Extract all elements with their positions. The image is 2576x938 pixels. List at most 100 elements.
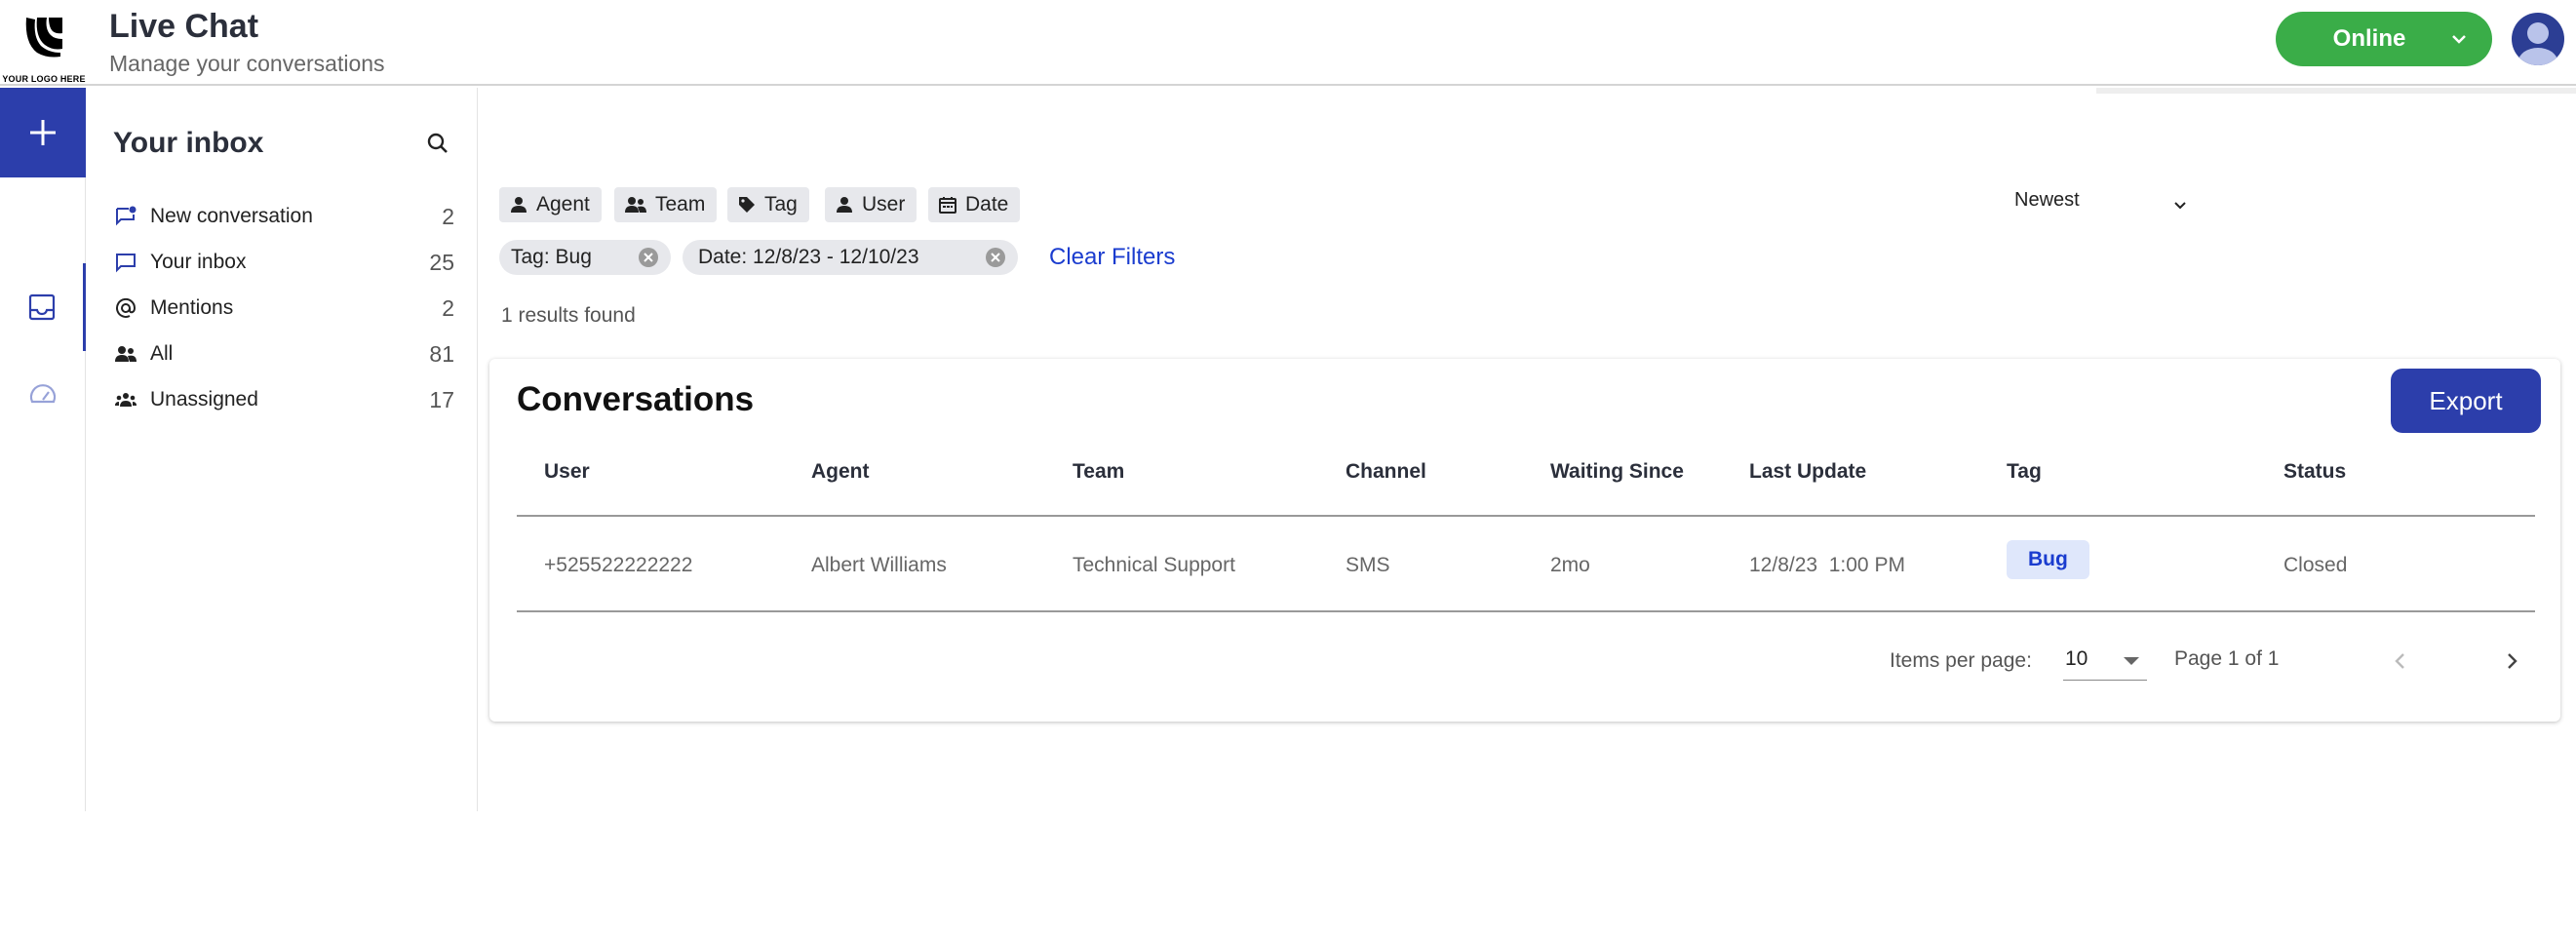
filter-chip-tag[interactable]: Tag [727,187,809,222]
main-content: Agent Team Tag User Date Tag: Bug Date: … [478,88,2576,811]
sidebar-item-mentions[interactable]: Mentions 2 [113,289,454,328]
chat-bubble-icon [113,250,138,275]
active-filter-date: Date: 12/8/23 - 12/10/23 [683,240,1018,275]
group-icon [113,387,138,412]
online-status-button[interactable]: Online [2276,12,2492,66]
calendar-icon [939,197,956,214]
inbox-sidebar: Your inbox New conversation 2 Your inbox… [86,88,478,811]
export-button[interactable]: Export [2391,369,2541,433]
column-header-waiting-since[interactable]: Waiting Since [1550,460,1684,484]
next-page-button[interactable] [2492,642,2531,681]
chevron-down-icon [2174,202,2186,210]
chip-label: User [862,193,906,215]
new-conversation-rail-button[interactable] [0,88,86,177]
active-filter-tag: Tag: Bug [499,240,671,275]
filter-chip-team[interactable]: Team [614,187,718,222]
sidebar-item-label: New conversation [150,205,313,227]
sidebar-item-count: 2 [442,294,454,321]
chevron-left-icon [2395,653,2404,669]
sidebar-item-all[interactable]: All 81 [113,334,454,373]
cell-team: Technical Support [1073,554,1235,576]
icon-rail [0,88,86,811]
person-icon [511,197,527,213]
inbox-icon [28,293,55,321]
conversations-title: Conversations [517,380,755,418]
cell-agent: Albert Williams [811,554,947,576]
chevron-right-icon [2508,653,2517,669]
items-per-page-value: 10 [2065,647,2088,670]
conversations-card: Conversations Export User Agent Team Cha… [489,359,2560,722]
sidebar-item-count: 2 [442,203,454,229]
filter-chip-agent[interactable]: Agent [499,187,602,222]
column-header-team[interactable]: Team [1073,460,1124,484]
at-sign-icon [113,295,138,321]
caret-down-icon [2124,657,2139,665]
page-info: Page 1 of 1 [2174,647,2280,670]
chip-label: Tag [764,193,798,215]
company-logo: YOUR LOGO HERE [0,14,88,84]
cell-last-update: 12/8/23 1:00 PM [1749,554,1905,576]
search-icon[interactable] [423,129,452,158]
column-header-channel[interactable]: Channel [1346,460,1426,484]
filter-chip-user[interactable]: User [825,187,917,222]
logo-text: YOUR LOGO HERE [2,74,86,84]
person-icon [837,197,852,213]
cell-channel: SMS [1346,554,1390,576]
user-avatar[interactable] [2512,13,2564,65]
results-count: 1 results found [501,304,636,327]
sidebar-item-label: All [150,342,174,365]
items-per-page-label: Items per page: [1890,649,2032,672]
table-row-divider [517,610,2535,612]
chip-label: Agent [536,193,590,215]
live-chat-app: YOUR LOGO HERE Live Chat Manage your con… [0,0,2576,938]
column-header-agent[interactable]: Agent [811,460,870,484]
team-icon [625,197,646,213]
tag-icon [739,197,755,213]
cell-user: +525522222222 [544,554,693,576]
plus-icon [30,120,56,145]
rail-dashboard-button[interactable] [0,351,86,439]
sidebar-item-label: Unassigned [150,388,258,410]
sidebar-title: Your inbox [113,127,264,159]
logo-mark-icon [25,18,62,58]
column-header-user[interactable]: User [544,460,590,484]
app-header: YOUR LOGO HERE Live Chat Manage your con… [0,0,2576,86]
table-row[interactable]: +525522222222 Albert Williams Technical … [517,517,2535,610]
previous-page-button[interactable] [2381,642,2420,681]
column-header-status[interactable]: Status [2283,460,2346,484]
remove-filter-icon[interactable] [638,247,659,268]
chevron-down-icon [2452,35,2466,44]
filter-chip-date[interactable]: Date [928,187,1021,222]
new-conversation-icon [113,204,138,229]
sidebar-item-count: 81 [429,340,454,367]
remove-filter-icon[interactable] [985,247,1006,268]
sort-select[interactable]: Newest [2014,189,2190,220]
sidebar-item-label: Your inbox [150,251,247,273]
tag-badge: Bug [2007,540,2089,579]
chip-label: Date [965,193,1009,215]
rail-inbox-button[interactable] [0,263,86,351]
sidebar-item-label: Mentions [150,296,234,319]
active-filter-label: Date: 12/8/23 - 12/10/23 [698,246,919,268]
cell-waiting-since: 2mo [1550,554,1590,576]
cell-status: Closed [2283,554,2348,576]
column-header-tag[interactable]: Tag [2007,460,2042,484]
avatar-person-icon [2518,22,2557,65]
page-subtitle: Manage your conversations [109,51,385,76]
dashboard-gauge-icon [29,384,57,404]
items-per-page-select[interactable]: 10 [2063,640,2147,681]
status-label: Online [2332,25,2406,52]
clear-filters-link[interactable]: Clear Filters [1049,244,1175,271]
chip-label: Team [655,193,706,215]
sidebar-item-unassigned[interactable]: Unassigned 17 [113,380,454,419]
sidebar-item-count: 25 [429,249,454,275]
sidebar-item-count: 17 [429,386,454,412]
sidebar-item-your-inbox[interactable]: Your inbox 25 [113,243,454,282]
top-divider-strip [2096,88,2576,94]
active-filter-label: Tag: Bug [511,246,592,268]
column-header-last-update[interactable]: Last Update [1749,460,1866,484]
sidebar-item-new-conversation[interactable]: New conversation 2 [113,197,454,236]
page-title: Live Chat [109,8,259,45]
sort-value: Newest [2014,189,2080,211]
people-icon [113,341,138,367]
